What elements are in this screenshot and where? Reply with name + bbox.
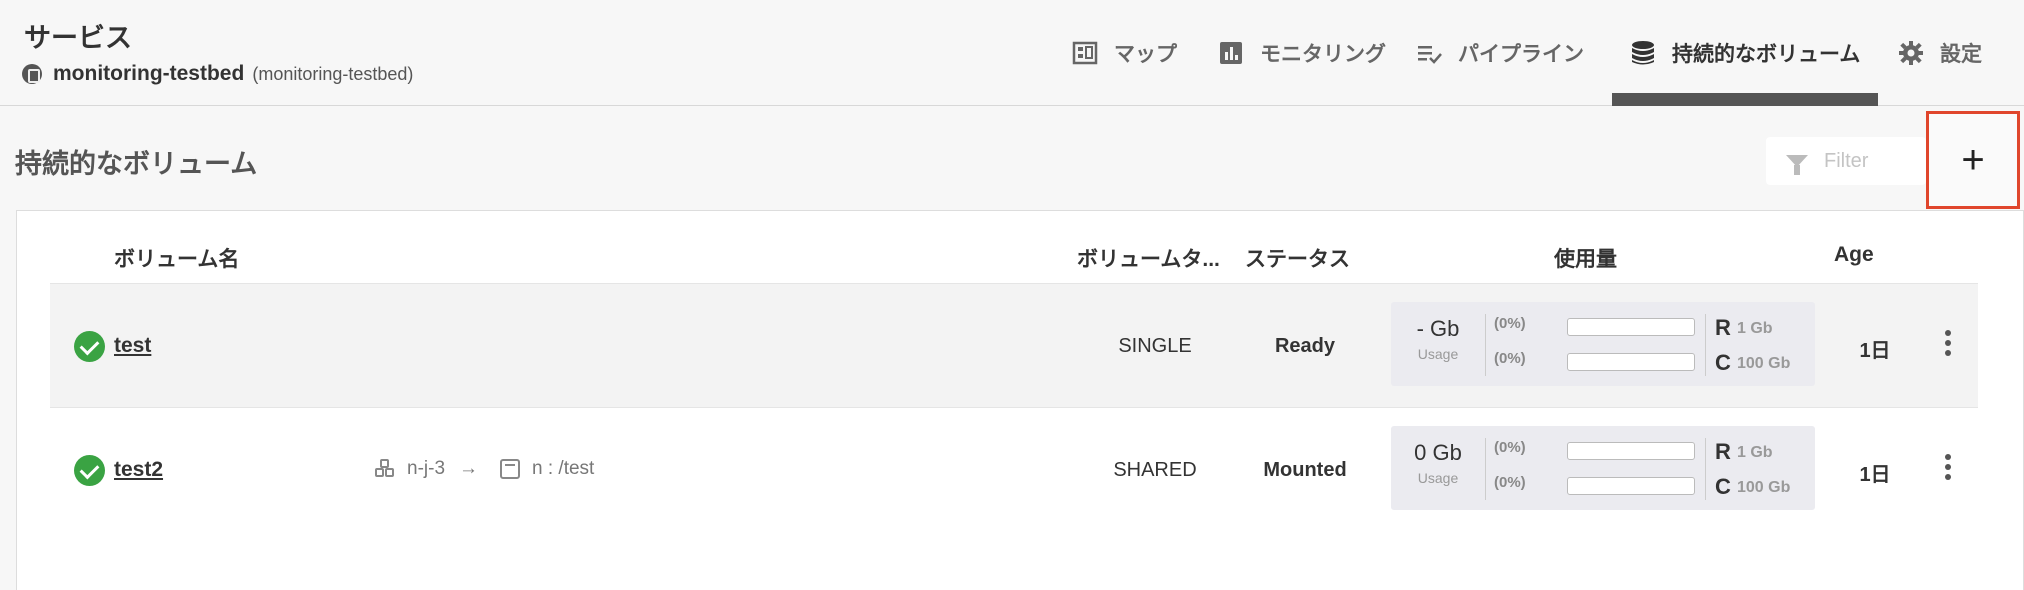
- arrow-right-icon: →: [459, 458, 479, 479]
- box-icon: [500, 459, 521, 479]
- node-icon: [375, 459, 395, 479]
- column-header-type[interactable]: ボリュームタ...: [1077, 243, 1220, 273]
- capacity-usage-bar: [1567, 353, 1695, 371]
- request-label: R: [1715, 439, 1731, 464]
- chart-icon: [1220, 42, 1242, 64]
- check-circle-icon: [74, 331, 105, 362]
- request-value: 1 Gb: [1737, 320, 1773, 337]
- capacity-label: C: [1715, 474, 1731, 499]
- service-subtitle: monitoring-testbed (monitoring-testbed): [22, 62, 413, 86]
- volume-type: SHARED: [1113, 459, 1197, 481]
- request-percent: (0%): [1494, 439, 1526, 456]
- service-namespace: (monitoring-testbed): [252, 63, 414, 84]
- volume-type: SINGLE: [1118, 335, 1192, 357]
- filter-input[interactable]: [1824, 149, 1914, 173]
- usage-panel: 0 Gb Usage (0%) (0%) R 1 Gb C 100 Gb: [1391, 426, 1815, 510]
- tab-persistent-volumes-label: 持続的なボリューム: [1672, 43, 1861, 66]
- capacity-value: 100 Gb: [1737, 479, 1791, 496]
- gear-icon: [1899, 41, 1923, 65]
- tab-monitoring[interactable]: モニタリング: [1218, 0, 1386, 106]
- volume-age: 1日: [1859, 340, 1891, 362]
- node-name: n-j-3: [407, 458, 446, 479]
- usage-amount-label: Usage: [1417, 470, 1459, 486]
- service-name: monitoring-testbed: [53, 62, 245, 85]
- column-header-usage[interactable]: 使用量: [1554, 243, 1617, 273]
- page-title: 持続的なボリューム: [15, 149, 258, 179]
- request-usage-bar: [1567, 442, 1695, 460]
- plus-icon: +: [1961, 138, 1985, 182]
- usage-amount: - Gb: [1416, 316, 1460, 341]
- database-icon: [1632, 41, 1654, 65]
- capacity-usage-bar: [1567, 477, 1695, 495]
- capacity-value: 100 Gb: [1737, 355, 1791, 372]
- mount-path: n : /test: [532, 458, 595, 479]
- capacity-label: C: [1715, 350, 1731, 375]
- tab-persistent-volumes[interactable]: 持続的なボリューム: [1611, 0, 1879, 106]
- more-options-icon[interactable]: [1943, 330, 1953, 358]
- tab-settings-label: 設定: [1940, 43, 1982, 66]
- usage-amount-label: Usage: [1417, 346, 1459, 362]
- volume-name-link[interactable]: test: [114, 334, 151, 358]
- service-icon: [22, 64, 42, 84]
- tab-map-label: マップ: [1114, 43, 1177, 66]
- column-header-age[interactable]: Age: [1834, 243, 1874, 267]
- volume-age: 1日: [1859, 464, 1891, 486]
- mount-chain: n-j-3 → n : /test: [375, 458, 594, 480]
- request-label: R: [1715, 315, 1731, 340]
- tab-monitoring-label: モニタリング: [1260, 43, 1386, 66]
- volume-status: Ready: [1274, 335, 1336, 357]
- tab-pipeline-label: パイプライン: [1458, 43, 1584, 66]
- map-icon: [1072, 41, 1098, 65]
- top-header: サービス monitoring-testbed (monitoring-test…: [0, 0, 2024, 106]
- table-row[interactable]: test SINGLE Ready - Gb Usage (0%) (0%) R…: [50, 283, 1978, 407]
- capacity-percent: (0%): [1494, 474, 1526, 491]
- request-value: 1 Gb: [1737, 444, 1773, 461]
- column-header-name[interactable]: ボリューム名: [114, 243, 239, 273]
- usage-amount: 0 Gb: [1414, 440, 1462, 465]
- check-circle-icon: [74, 455, 105, 486]
- tab-map[interactable]: マップ: [1072, 0, 1177, 106]
- table-row[interactable]: test2 n-j-3 → n : /test SHARED Mounted 0…: [50, 407, 1978, 531]
- volume-name-link[interactable]: test2: [114, 458, 163, 482]
- service-title: サービス: [24, 23, 132, 53]
- add-volume-button[interactable]: +: [1926, 111, 2020, 209]
- volume-status: Mounted: [1263, 459, 1347, 481]
- more-options-icon[interactable]: [1943, 454, 1953, 482]
- usage-panel: - Gb Usage (0%) (0%) R 1 Gb C 100 Gb: [1391, 302, 1815, 386]
- filter-icon: [1786, 155, 1808, 175]
- tab-pipeline[interactable]: パイプライン: [1416, 0, 1584, 106]
- request-percent: (0%): [1494, 315, 1526, 332]
- request-usage-bar: [1567, 318, 1695, 336]
- column-header-status[interactable]: ステータス: [1245, 243, 1350, 273]
- filter-box[interactable]: [1766, 137, 1926, 185]
- volumes-table: ボリューム名 ボリュームタ... ステータス 使用量 Age test SING…: [16, 210, 2024, 590]
- pipeline-icon: [1418, 46, 1442, 64]
- capacity-percent: (0%): [1494, 350, 1526, 367]
- tab-settings[interactable]: 設定: [1898, 0, 1982, 106]
